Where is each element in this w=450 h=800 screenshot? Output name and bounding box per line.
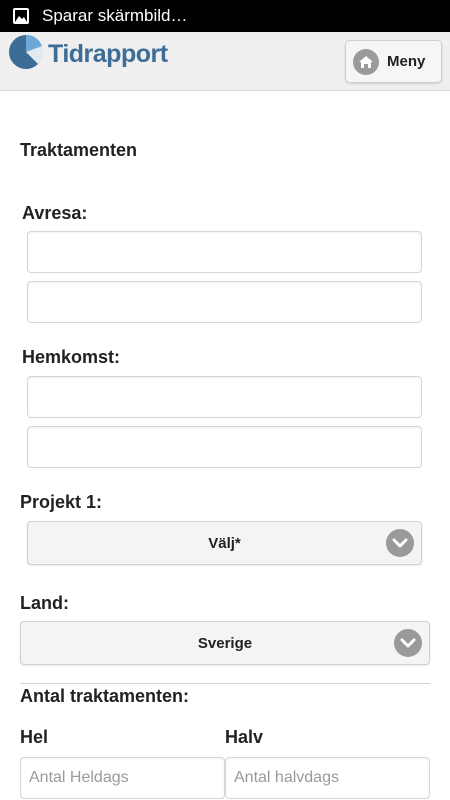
logo-text: Tidrapport xyxy=(48,40,168,68)
allowances-label: Antal traktamenten: xyxy=(20,686,190,706)
page-title: Traktamenten xyxy=(20,140,138,160)
country-label: Land: xyxy=(20,593,69,613)
menu-label: Meny xyxy=(387,53,426,70)
status-bar: Sparar skärmbild… xyxy=(0,0,450,32)
full-day-label: Hel xyxy=(20,727,49,747)
return-date-input[interactable] xyxy=(27,376,422,418)
chevron-down-icon xyxy=(386,529,414,557)
home-icon xyxy=(353,48,379,75)
half-day-input[interactable] xyxy=(225,757,430,799)
return-time-input[interactable] xyxy=(27,426,422,468)
departure-date-input[interactable] xyxy=(27,231,422,273)
project-select-value: Välj* xyxy=(208,534,241,552)
status-text: Sparar skärmbild… xyxy=(42,6,188,25)
app-logo[interactable]: Tidrapport xyxy=(8,34,168,75)
project-label: Projekt 1: xyxy=(20,492,103,512)
departure-time-input[interactable] xyxy=(27,281,422,323)
departure-label: Avresa: xyxy=(22,203,88,223)
project-select[interactable]: Välj* xyxy=(27,521,422,565)
logo-icon xyxy=(8,34,44,75)
full-day-input[interactable] xyxy=(20,757,225,799)
country-select[interactable]: Sverige xyxy=(20,621,430,665)
return-label: Hemkomst: xyxy=(22,347,121,367)
app-header: Tidrapport Meny xyxy=(0,32,450,91)
section-divider xyxy=(20,683,430,684)
image-icon xyxy=(13,8,29,24)
country-select-value: Sverige xyxy=(197,634,253,652)
half-day-label: Halv xyxy=(225,727,264,747)
chevron-down-icon xyxy=(394,629,422,657)
menu-button[interactable]: Meny xyxy=(345,40,442,83)
